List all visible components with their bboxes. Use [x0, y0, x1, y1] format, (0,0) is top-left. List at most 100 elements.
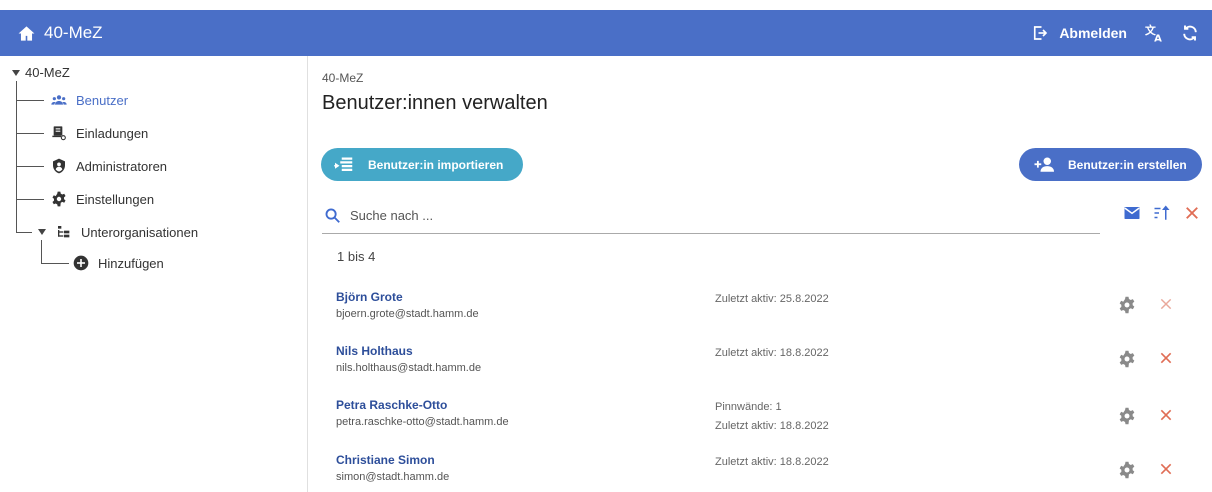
- sidebar-item-benutzer[interactable]: Benutzer: [50, 92, 128, 108]
- sidebar-item-label: Hinzufügen: [98, 255, 164, 271]
- gear-icon: [1119, 296, 1135, 314]
- org-tree-icon: [55, 224, 73, 240]
- page-title: Benutzer:innen verwalten: [322, 92, 548, 114]
- sidebar-item-label: Einladungen: [76, 125, 149, 141]
- create-button-label: Benutzer:in erstellen: [1068, 157, 1187, 172]
- search-input[interactable]: [350, 208, 1050, 223]
- tree-connector: [16, 232, 32, 233]
- invitation-icon: [50, 125, 68, 141]
- logout-icon: [1034, 26, 1048, 40]
- translate-icon: 文 A: [1145, 23, 1162, 43]
- close-icon: [1160, 298, 1172, 310]
- user-email: simon@stadt.hamm.de: [336, 471, 450, 483]
- delete-user-button[interactable]: [1158, 407, 1176, 425]
- close-icon: [1160, 409, 1172, 421]
- gear-icon: [50, 191, 68, 207]
- add-user-icon: [1034, 157, 1054, 172]
- sidebar-item-label: Benutzer: [76, 92, 129, 108]
- list-item: Björn Grote bjoern.grote@stadt.hamm.de Z…: [336, 290, 1204, 336]
- delete-user-button[interactable]: [1158, 350, 1176, 368]
- clear-filter-button[interactable]: [1183, 204, 1201, 222]
- sidebar-item-einladungen[interactable]: Einladungen: [50, 125, 148, 141]
- tree-connector: [16, 199, 44, 200]
- email-all-button[interactable]: [1123, 204, 1141, 222]
- user-info-line: Zuletzt aktiv: 25.8.2022: [715, 293, 829, 305]
- users-icon: [50, 92, 68, 108]
- user-settings-button[interactable]: [1118, 461, 1136, 479]
- sidebar-item-label: Einstellungen: [76, 191, 155, 207]
- delete-user-button[interactable]: [1158, 461, 1176, 479]
- breadcrumb: 40-MeZ: [322, 71, 364, 85]
- sort-button[interactable]: [1153, 204, 1171, 222]
- user-email: nils.holthaus@stadt.hamm.de: [336, 362, 482, 374]
- gear-icon: [1119, 407, 1135, 425]
- import-button-label: Benutzer:in importieren: [368, 157, 504, 172]
- admin-shield-icon: [50, 158, 68, 174]
- tree-connector: [41, 263, 69, 264]
- home-icon: [18, 25, 35, 41]
- user-name-link[interactable]: Petra Raschke-Otto: [336, 398, 447, 412]
- sidebar-item-label: Unterorganisationen: [81, 224, 199, 240]
- sidebar-tree: 40-MeZ Benutzer Einladungen Administrato…: [0, 56, 308, 492]
- refresh-button[interactable]: [1180, 23, 1200, 43]
- create-user-button[interactable]: Benutzer:in erstellen: [1019, 148, 1202, 181]
- user-name-link[interactable]: Björn Grote: [336, 290, 403, 304]
- svg-text:A: A: [1154, 33, 1162, 43]
- user-email: petra.raschke-otto@stadt.hamm.de: [336, 416, 509, 428]
- tree-root-label: 40-MeZ: [25, 65, 70, 80]
- list-item: Nils Holthaus nils.holthaus@stadt.hamm.d…: [336, 344, 1204, 390]
- list-item: Christiane Simon simon@stadt.hamm.de Zul…: [336, 453, 1204, 492]
- sidebar-item-label: Administratoren: [76, 158, 168, 174]
- tree-root-40-mez[interactable]: 40-MeZ: [12, 65, 70, 80]
- tree-connector: [16, 133, 44, 134]
- user-name-link[interactable]: Christiane Simon: [336, 453, 435, 467]
- app-title: 40-MeZ: [44, 23, 103, 42]
- sidebar-item-hinzufuegen[interactable]: Hinzufügen: [72, 255, 164, 271]
- user-info-line: Pinnwände: 1: [715, 401, 782, 413]
- close-icon: [1186, 207, 1198, 219]
- user-activity: Zuletzt aktiv: 18.8.2022: [715, 453, 829, 472]
- import-icon: [334, 157, 353, 171]
- result-count: 1 bis 4: [337, 249, 376, 264]
- translate-button[interactable]: 文 A: [1145, 23, 1165, 43]
- import-users-button[interactable]: Benutzer:in importieren: [321, 148, 523, 181]
- search-bar: [322, 198, 1100, 234]
- add-circle-icon: [72, 255, 90, 271]
- tree-connector: [41, 240, 42, 263]
- user-email: bjoern.grote@stadt.hamm.de: [336, 308, 479, 320]
- search-icon: [325, 208, 340, 223]
- user-info-line: Zuletzt aktiv: 18.8.2022: [715, 456, 829, 468]
- gear-icon: [1119, 350, 1135, 368]
- user-info-line: Zuletzt aktiv: 18.8.2022: [715, 347, 829, 359]
- user-settings-button[interactable]: [1118, 407, 1136, 425]
- expand-caret-icon[interactable]: [12, 69, 20, 76]
- user-info-line: Zuletzt aktiv: 18.8.2022: [715, 420, 829, 432]
- tree-connector: [16, 100, 44, 101]
- logout-button[interactable]: Abmelden: [1031, 24, 1127, 42]
- close-icon: [1160, 463, 1172, 475]
- user-activity: Zuletzt aktiv: 25.8.2022: [715, 290, 829, 309]
- gear-icon: [1119, 461, 1135, 479]
- tree-connector: [16, 81, 17, 232]
- sort-icon: [1154, 205, 1170, 220]
- top-app-bar: 40-MeZ Abmelden 文 A: [0, 10, 1212, 56]
- sidebar-item-einstellungen[interactable]: Einstellungen: [50, 191, 154, 207]
- user-settings-button[interactable]: [1118, 350, 1136, 368]
- list-item: Petra Raschke-Otto petra.raschke-otto@st…: [336, 398, 1204, 444]
- sidebar-item-administratoren[interactable]: Administratoren: [50, 158, 167, 174]
- tree-connector: [16, 166, 44, 167]
- delete-user-button[interactable]: [1158, 296, 1176, 314]
- user-name-link[interactable]: Nils Holthaus: [336, 344, 413, 358]
- user-activity: Zuletzt aktiv: 18.8.2022: [715, 344, 829, 363]
- home-link[interactable]: 40-MeZ: [17, 23, 103, 43]
- mail-icon: [1124, 207, 1140, 219]
- user-activity: Pinnwände: 1 Zuletzt aktiv: 18.8.2022: [715, 398, 829, 436]
- user-settings-button[interactable]: [1118, 296, 1136, 314]
- close-icon: [1160, 352, 1172, 364]
- refresh-icon: [1183, 25, 1197, 41]
- logout-label: Abmelden: [1059, 25, 1127, 41]
- sidebar-item-unterorganisationen[interactable]: Unterorganisationen: [38, 224, 198, 240]
- expand-caret-icon[interactable]: [38, 229, 46, 235]
- main-content: 40-MeZ Benutzer:innen verwalten Benutzer…: [309, 56, 1212, 492]
- list-toolbar: [1111, 204, 1201, 222]
